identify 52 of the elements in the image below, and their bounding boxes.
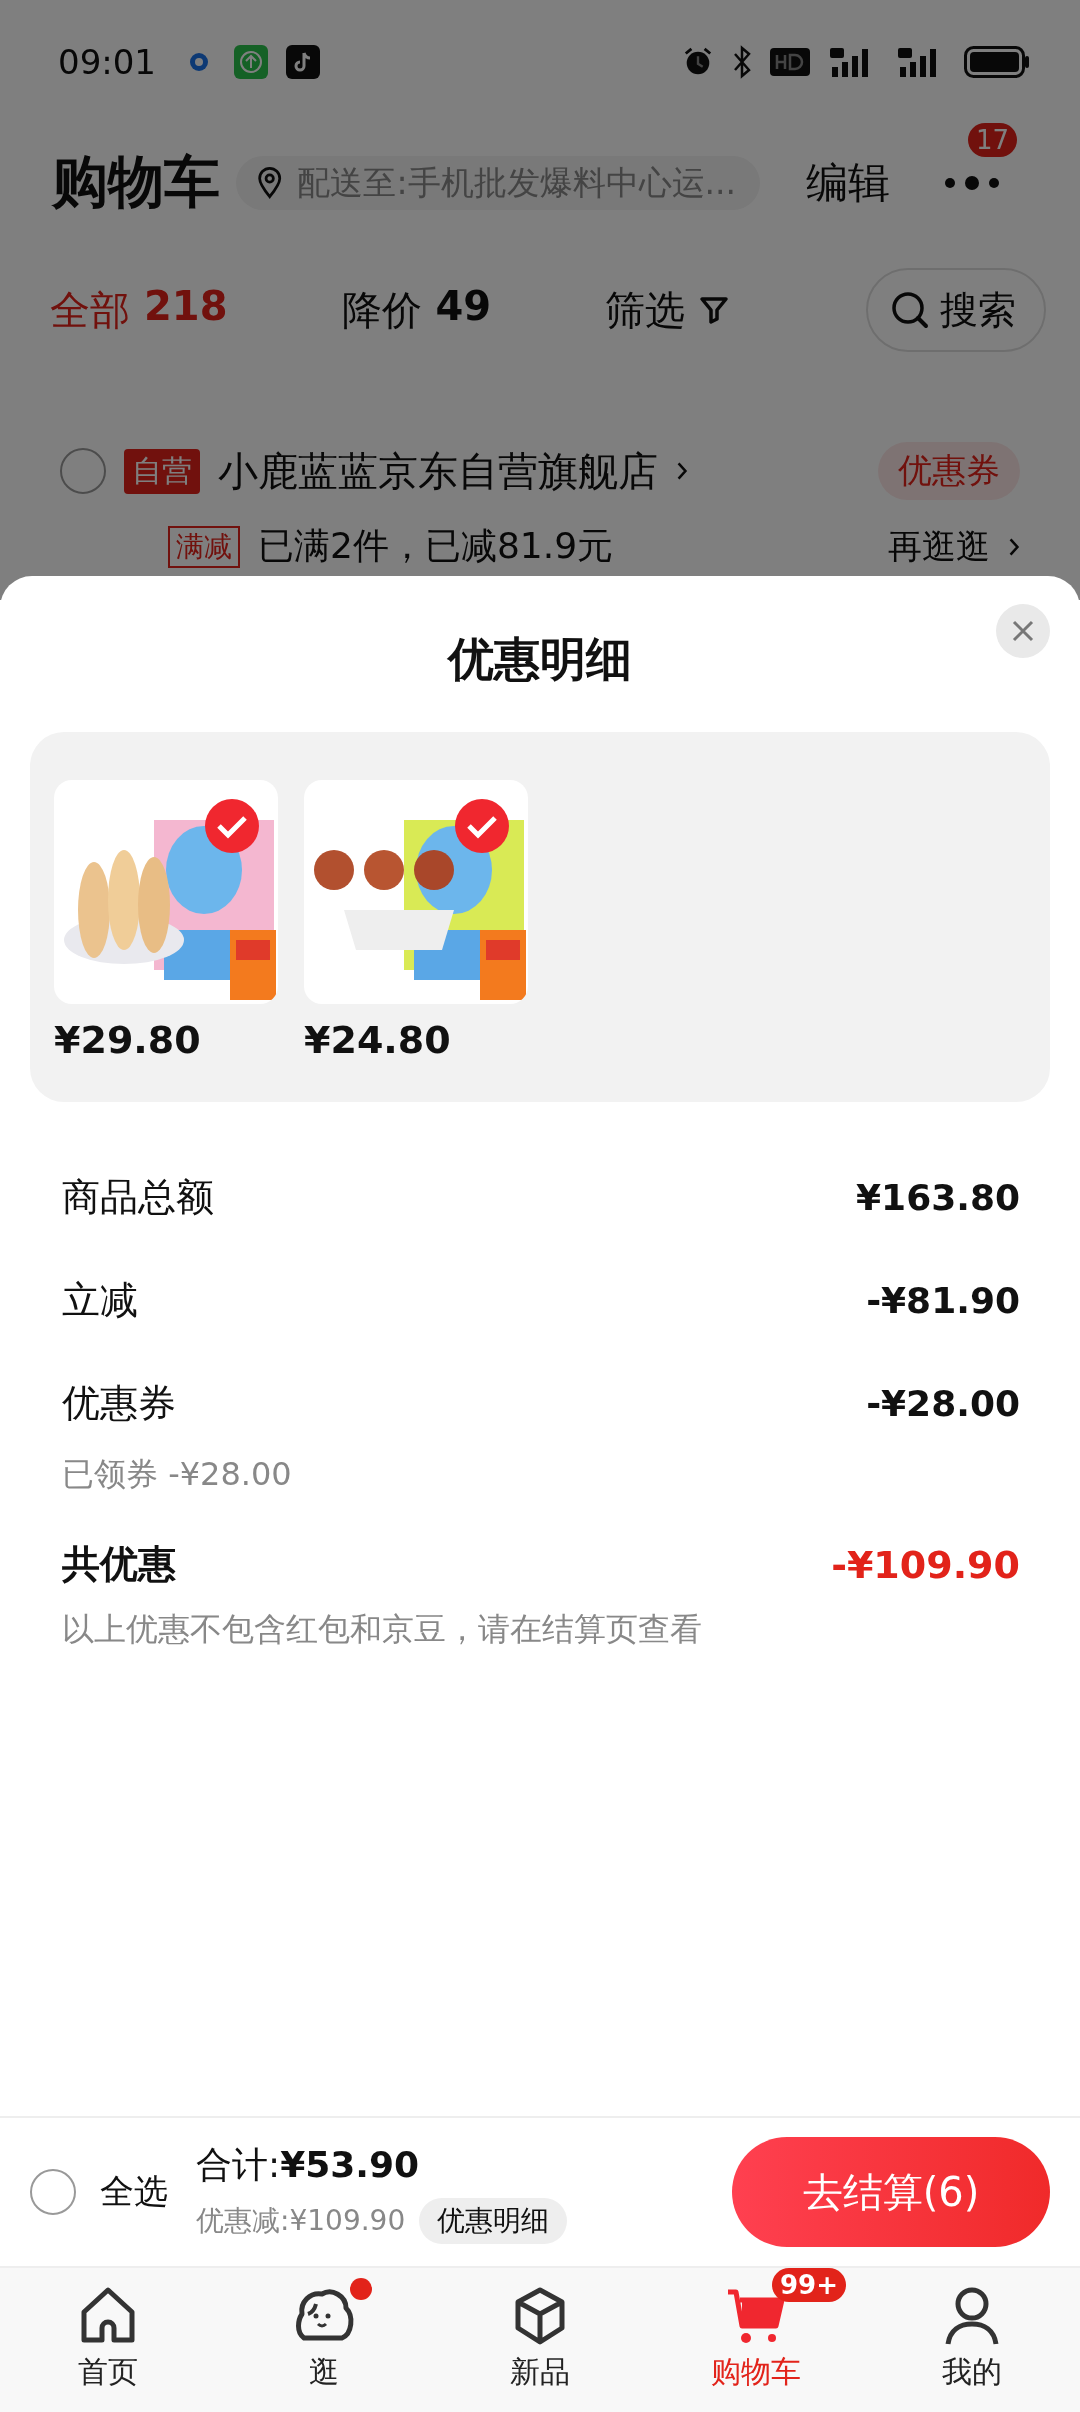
store-checkbox[interactable] (60, 448, 106, 494)
search-button[interactable]: 搜索 (866, 268, 1046, 352)
coupon-button[interactable]: 优惠券 (878, 442, 1020, 500)
self-operated-tag: 自营 (124, 448, 200, 494)
sheet-title: 优惠明细 (448, 631, 632, 688)
discount-detail-button[interactable]: 优惠明细 (419, 2197, 568, 2244)
bluetooth-icon (732, 45, 752, 79)
total-amount: 合计:¥53.90 (196, 2142, 421, 2187)
summary-label: 优惠券 (62, 1380, 176, 1427)
hd-icon (770, 48, 810, 76)
promo-tag: 满减 (168, 525, 240, 568)
nav-tab[interactable]: 首页 (0, 2268, 216, 2412)
coupon-detail: 已领券 -¥28.00 (62, 1454, 293, 1495)
summary-label: 立减 (62, 1277, 138, 1324)
status-time: 09:01 (58, 42, 156, 82)
browse-more-link[interactable]: 再逛逛 (888, 523, 990, 570)
total-discount-value: -¥109.90 (831, 1542, 1020, 1587)
edit-link[interactable]: 编辑 (806, 155, 890, 211)
product-price: ¥24.80 (304, 1018, 452, 1062)
summary-label: 商品总额 (62, 1174, 214, 1221)
filter-tab[interactable]: 全部 218 (50, 282, 228, 338)
nav-tab[interactable]: 逛 (216, 2268, 432, 2412)
nav-tab[interactable]: 新品 (432, 2268, 648, 2412)
music-note-icon (286, 45, 320, 79)
notification-badge: 17 (968, 123, 1018, 157)
page-title: 购物车 (52, 148, 220, 216)
select-all-label: 全选 (100, 2170, 168, 2213)
count-badge: 99+ (772, 2268, 846, 2302)
summary-value: -¥81.90 (866, 1280, 1020, 1321)
upload-icon (234, 45, 268, 79)
close-icon[interactable] (996, 604, 1050, 658)
total-discount-label: 共优惠 (62, 1541, 176, 1588)
discount-note: 以上优惠不包含红包和京豆，请在结算页查看 (62, 1609, 703, 1650)
battery-icon (964, 46, 1030, 78)
nav-tab[interactable]: 我的 (864, 2268, 1080, 2412)
store-name[interactable]: 小鹿蓝蓝京东自营旗舰店 (218, 443, 658, 499)
product-price: ¥29.80 (54, 1018, 202, 1062)
select-all-checkbox[interactable] (30, 2169, 76, 2215)
filter-tab[interactable]: 降价 49 (341, 282, 492, 338)
filter-button[interactable]: 筛选 (605, 282, 686, 338)
discount-amount: 优惠减:¥109.90 (196, 2202, 406, 2239)
summary-value: ¥163.80 (856, 1177, 1020, 1218)
more-icon[interactable] (942, 175, 1002, 191)
location-pin-icon (256, 166, 284, 200)
promo-text: 已满2件，已减81.9元 (258, 524, 614, 568)
summary-value: -¥28.00 (866, 1383, 1020, 1424)
checkout-button[interactable]: 去结算(6) (732, 2137, 1050, 2247)
filter-icon (699, 295, 730, 325)
chevron-icon (676, 460, 688, 482)
nav-tab[interactable]: 99+ 购物车 (648, 2268, 864, 2412)
chevron-icon (1008, 535, 1020, 558)
search-icon (890, 290, 930, 330)
